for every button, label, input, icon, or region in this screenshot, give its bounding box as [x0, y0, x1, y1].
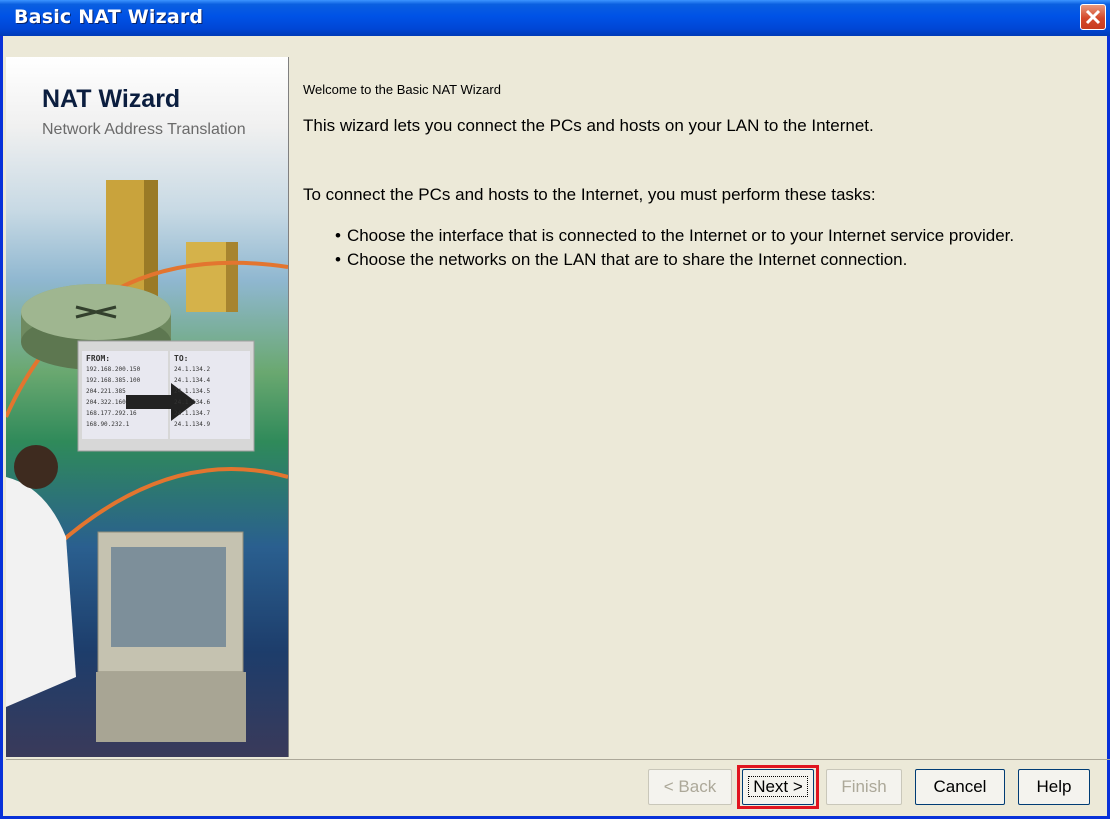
from-address: 168.177.292.16	[86, 410, 137, 417]
cancel-button[interactable]: Cancel	[915, 769, 1005, 805]
task-list: • Choose the interface that is connected …	[335, 224, 1055, 272]
footer-divider	[6, 759, 1110, 760]
from-address: 192.168.200.150	[86, 366, 141, 373]
wizard-window: Basic NAT Wizard NAT Wizard Network Addr…	[0, 0, 1110, 819]
nat-table-graphic: FROM: 192.168.200.150 192.168.385.100 20…	[86, 353, 246, 443]
help-button[interactable]: Help	[1018, 769, 1090, 805]
to-address: 24.1.134.9	[174, 421, 211, 428]
to-address: 24.1.134.4	[174, 377, 211, 384]
from-header: FROM:	[86, 354, 111, 363]
from-address: 192.168.385.100	[86, 377, 141, 384]
finish-button[interactable]: Finish	[826, 769, 902, 805]
list-item: • Choose the interface that is connected …	[335, 226, 1015, 245]
bullet-icon: •	[335, 250, 341, 269]
banner-subtitle: Network Address Translation	[42, 121, 246, 138]
from-address: 168.90.232.1	[86, 421, 130, 428]
wizard-banner: NAT Wizard Network Address Translation F…	[6, 57, 289, 757]
from-address: 204.322.160	[86, 399, 126, 406]
bullet-icon: •	[335, 226, 341, 245]
to-address: 24.1.134.5	[174, 388, 211, 395]
window-title: Basic NAT Wizard	[14, 6, 204, 28]
to-header: TO:	[174, 354, 189, 363]
from-address: 204.221.385	[86, 388, 126, 395]
banner-title: NAT Wizard	[42, 85, 181, 113]
list-item: • Choose the networks on the LAN that are…	[335, 250, 908, 269]
next-button[interactable]: Next >	[742, 769, 814, 805]
to-address: 24.1.134.2	[174, 366, 211, 373]
intro-text: This wizard lets you connect the PCs and…	[303, 116, 874, 135]
close-button[interactable]	[1080, 4, 1106, 30]
to-address: 24.1.134.7	[174, 410, 211, 417]
back-button[interactable]: < Back	[648, 769, 732, 805]
to-address: 24.1.134.6	[174, 399, 211, 406]
tasks-intro-text: To connect the PCs and hosts to the Inte…	[303, 185, 876, 204]
title-bar[interactable]: Basic NAT Wizard	[0, 0, 1110, 36]
welcome-heading: Welcome to the Basic NAT Wizard	[303, 82, 501, 97]
close-icon	[1085, 9, 1101, 25]
